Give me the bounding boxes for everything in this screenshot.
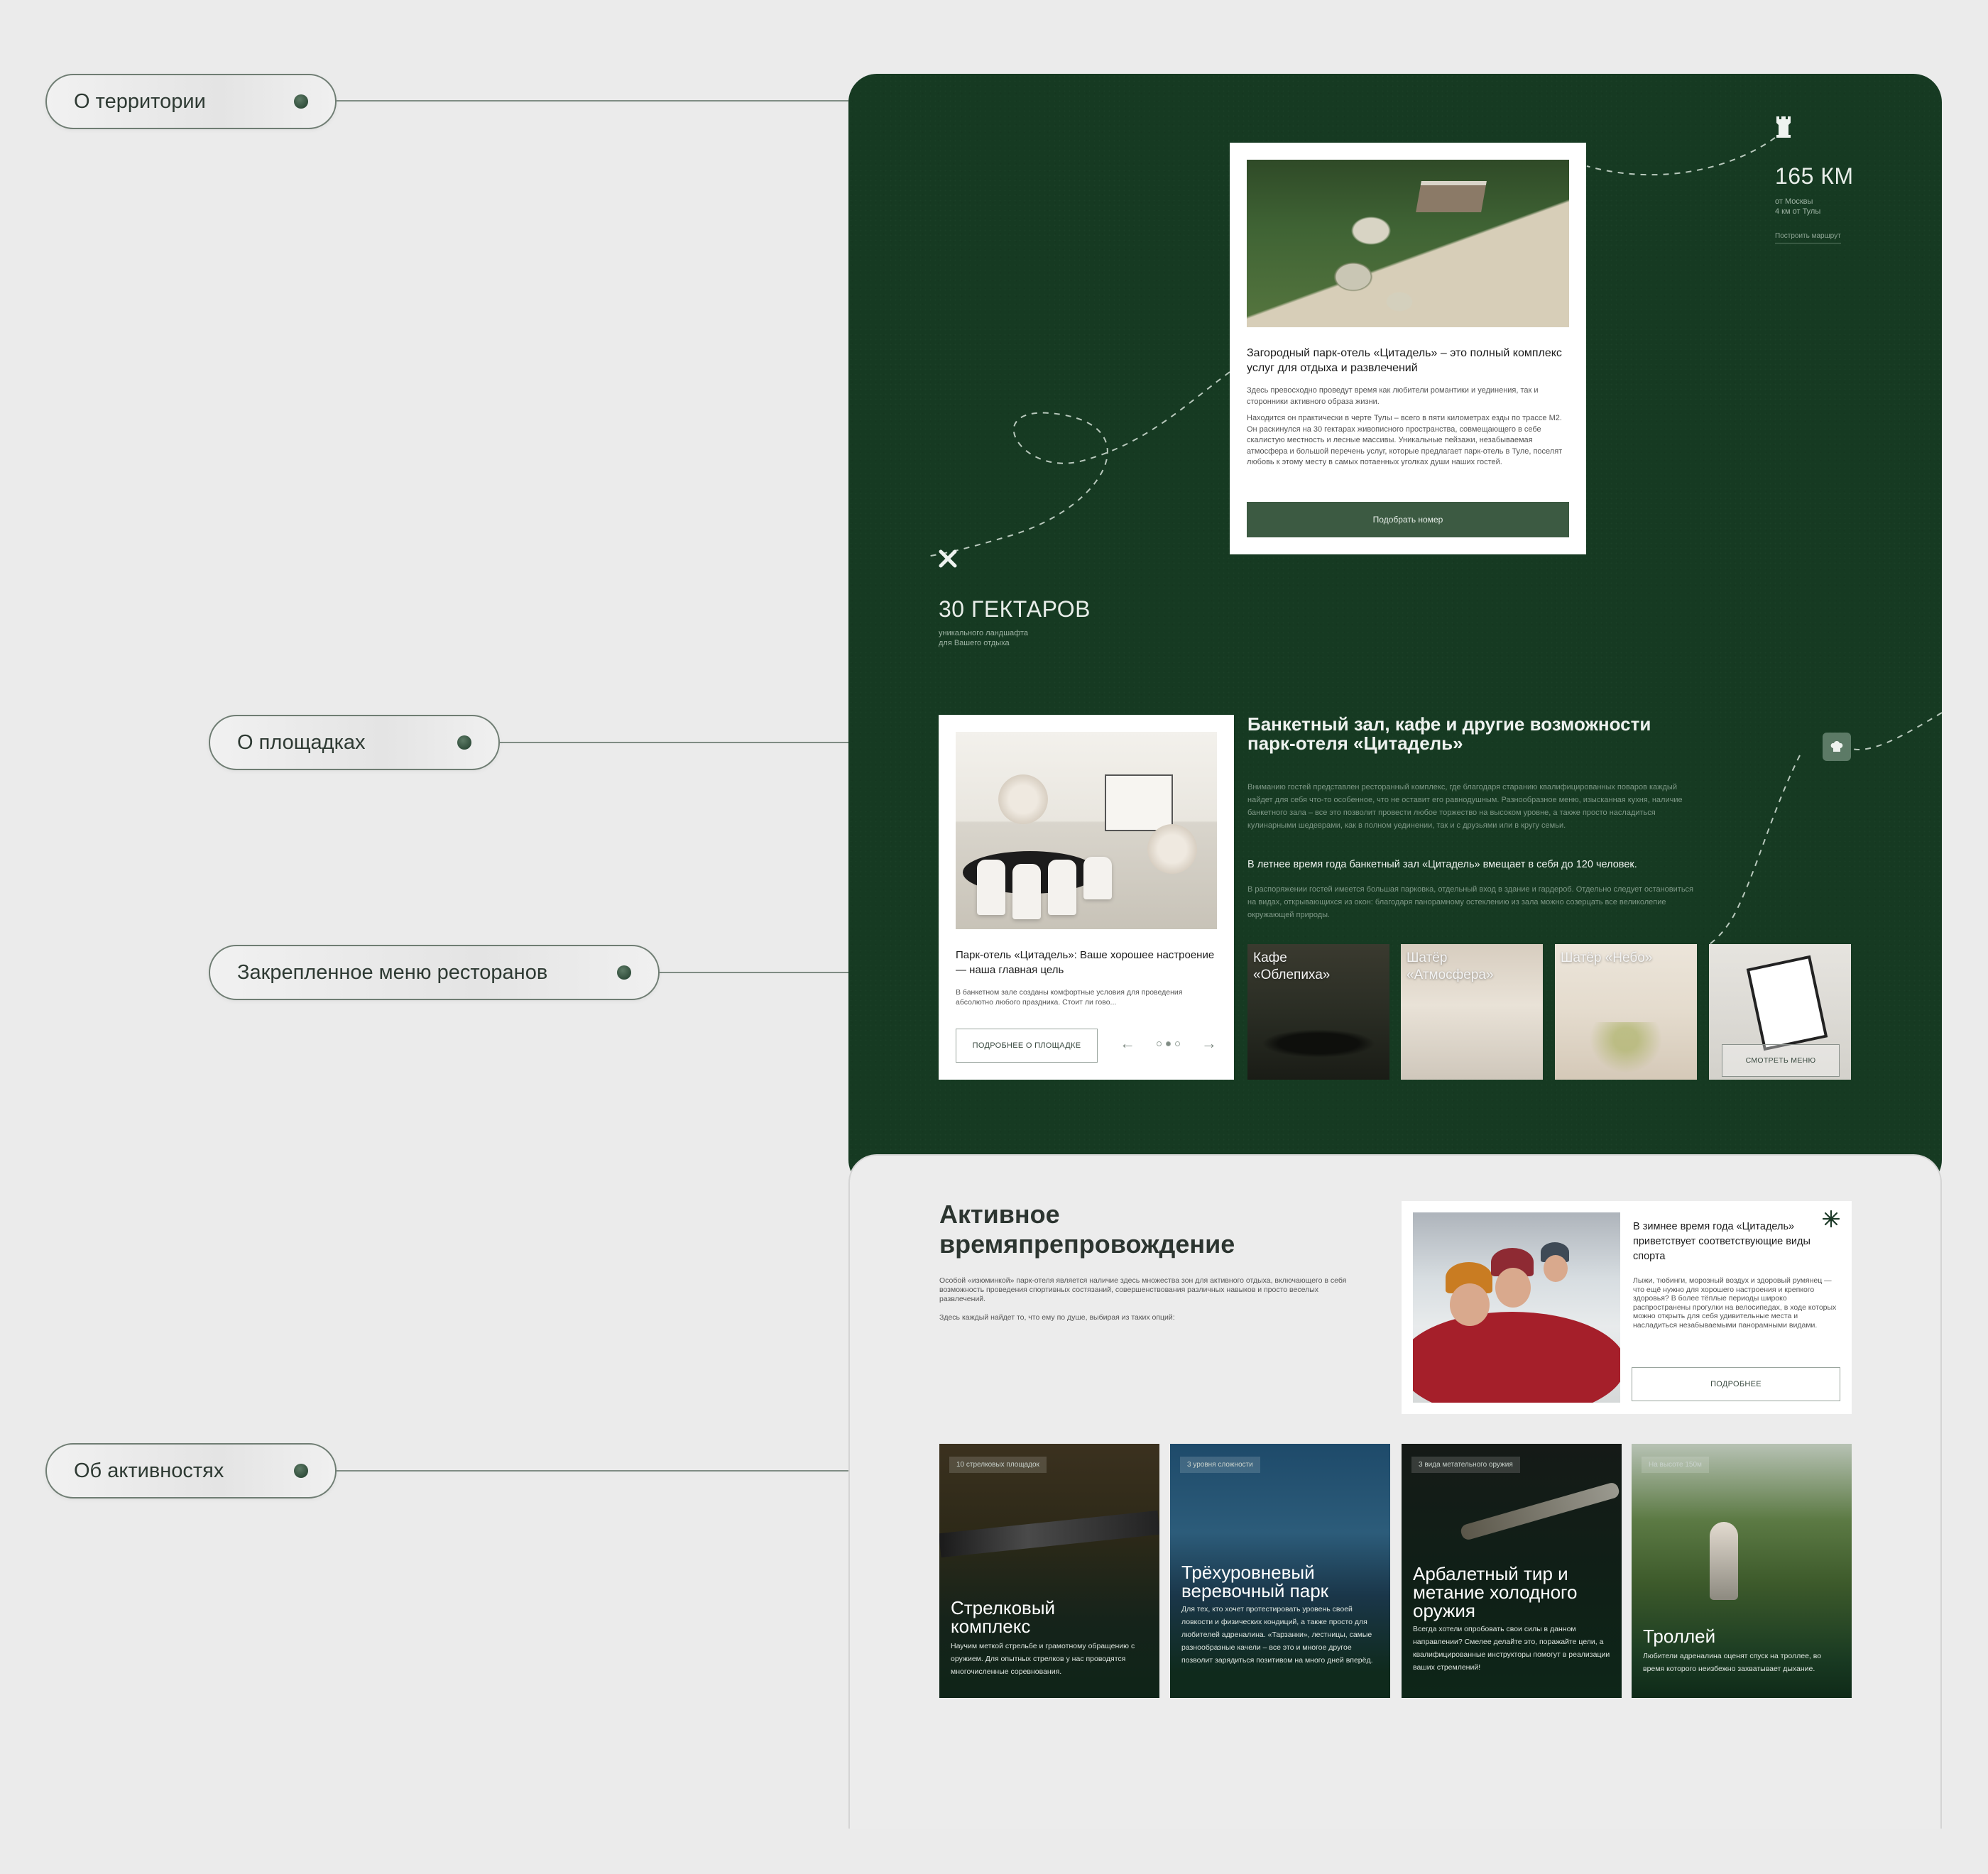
- connector-venues: [500, 742, 848, 743]
- activity-tag: 10 стрелковых площадок: [949, 1457, 1047, 1473]
- snow-tubing-photo: [1413, 1212, 1620, 1403]
- aerial-hotel-photo: [1247, 160, 1569, 327]
- venue-title: Парк-отель «Цитадель»: Ваше хорошее наст…: [956, 949, 1215, 976]
- activity-text: Любители адреналина оценят спуск на трол…: [1643, 1652, 1822, 1673]
- area-line-1: уникального ландшафта: [939, 629, 1028, 637]
- activity-tag: На высоте 150м: [1642, 1457, 1709, 1473]
- activity-title: Арбалетный тир и метание холодного оружи…: [1413, 1563, 1578, 1621]
- active-paragraph-1: Особой «изюминкой» парк-отеля является н…: [939, 1276, 1347, 1303]
- view-menu-button[interactable]: СМОТРЕТЬ МЕНЮ: [1722, 1044, 1840, 1077]
- connector-territory: [337, 100, 848, 102]
- carousel-dot[interactable]: [1175, 1041, 1180, 1046]
- distance-line-2: 4 км от Тулы: [1775, 207, 1821, 216]
- winter-details-button[interactable]: ПОДРОБНЕЕ: [1632, 1367, 1840, 1401]
- winter-title: В зимнее время года «Цитадель» приветств…: [1633, 1221, 1810, 1262]
- activity-title: Трёхуровневый веревочный парк: [1181, 1562, 1329, 1601]
- banquet-title: Банкетный зал, кафе и другие возможности…: [1247, 713, 1651, 754]
- area-line-2: для Вашего отдыха: [939, 639, 1010, 647]
- intro-paragraph-1: Здесь превосходно проведут время как люб…: [1247, 386, 1539, 406]
- banquet-hall-photo: [956, 732, 1217, 929]
- tile-tent-atmosfera[interactable]: Шатёр «Атмосфера»: [1401, 944, 1543, 1080]
- bullet-icon: [617, 965, 631, 980]
- distance-value: 165 КМ: [1775, 163, 1854, 189]
- winter-card: В зимнее время года «Цитадель» приветств…: [1402, 1201, 1852, 1414]
- annotation-territory: О территории: [45, 74, 337, 129]
- venue-text: В банкетном зале созданы комфортные усло…: [956, 988, 1183, 1007]
- connector-menu: [660, 972, 848, 973]
- chef-hat-icon: [1823, 733, 1851, 761]
- cross-icon: [939, 549, 957, 568]
- activity-title: Троллей: [1643, 1626, 1716, 1647]
- annotation-territory-label: О территории: [74, 89, 206, 113]
- annotation-menu: Закрепленное меню ресторанов: [209, 945, 660, 1000]
- tile-label: Шатёр «Атмосфера»: [1407, 950, 1494, 982]
- active-paragraph-2: Здесь каждый найдет то, что ему по душе,…: [939, 1313, 1175, 1322]
- choose-room-button[interactable]: Подобрать номер: [1247, 502, 1569, 537]
- activity-zipline[interactable]: На высоте 150м Троллей Любители адренали…: [1632, 1444, 1852, 1698]
- annotation-venues-label: О площадках: [237, 730, 366, 754]
- menu-booklet-image: [1746, 955, 1828, 1051]
- distance-stat: 165 КМ от Москвы 4 км от Тулы Построить м…: [1775, 163, 1854, 243]
- tile-restaurant-menu: СМОТРЕТЬ МЕНЮ: [1709, 944, 1851, 1080]
- activity-shooting[interactable]: 10 стрелковых площадок Стрелковый компле…: [939, 1444, 1159, 1698]
- activity-crossbow[interactable]: 3 вида метательного оружия Арбалетный ти…: [1402, 1444, 1622, 1698]
- intro-card: Загородный парк-отель «Цитадель» – это п…: [1230, 143, 1586, 554]
- arrow-left-icon[interactable]: ←: [1120, 1034, 1135, 1053]
- arrow-right-icon[interactable]: →: [1201, 1034, 1217, 1053]
- activity-title: Стрелковый комплекс: [951, 1597, 1056, 1637]
- annotation-activities-label: Об активностях: [74, 1459, 224, 1482]
- annotation-activities: Об активностях: [45, 1443, 337, 1498]
- bullet-icon: [294, 1464, 308, 1478]
- carousel-dot[interactable]: [1157, 1041, 1162, 1046]
- tower-icon: [1776, 116, 1791, 138]
- territory-section: 165 КМ от Москвы 4 км от Тулы Построить м…: [848, 74, 1942, 1188]
- banquet-paragraph-1: Вниманию гостей представлен ресторанный …: [1247, 783, 1683, 830]
- banquet-paragraph-2: В распоряжении гостей имеется большая па…: [1247, 885, 1694, 919]
- tile-label: Шатёр «Небо»: [1561, 950, 1653, 965]
- activity-text: Всегда хотели опробовать свои силы в дан…: [1413, 1625, 1610, 1672]
- venue-details-button[interactable]: ПОДРОБНЕЕ О ПЛОЩАДКЕ: [956, 1029, 1098, 1063]
- annotation-venues: О площадках: [209, 715, 500, 770]
- bullet-icon: [457, 735, 471, 750]
- active-title: Активное времяпрепровождение: [939, 1200, 1235, 1259]
- activity-text: Для тех, кто хочет протестировать уровен…: [1181, 1605, 1373, 1665]
- tile-cafe-oblepikha[interactable]: Кафе «Облепиха»: [1247, 944, 1389, 1080]
- activity-tag: 3 вида метательного оружия: [1411, 1457, 1520, 1473]
- build-route-link[interactable]: Построить маршрут: [1775, 232, 1841, 243]
- connector-activities: [337, 1470, 848, 1472]
- activity-text: Научим меткой стрельбе и грамотному обра…: [951, 1642, 1135, 1676]
- winter-text: Лыжи, тюбинги, морозный воздух и здоровы…: [1633, 1276, 1837, 1330]
- activity-tag: 3 уровня сложности: [1180, 1457, 1260, 1473]
- distance-line-1: от Москвы: [1775, 197, 1813, 206]
- intro-paragraph-2: Находится он практически в черте Тулы – …: [1247, 414, 1563, 466]
- banquet-capacity: В летнее время года банкетный зал «Цитад…: [1247, 859, 1637, 870]
- activities-section: Активное времяпрепровождение Особой «изю…: [848, 1154, 1942, 1829]
- activity-rope-park[interactable]: 3 уровня сложности Трёхуровневый веревоч…: [1170, 1444, 1390, 1698]
- area-value: 30 ГЕКТАРОВ: [939, 596, 1091, 622]
- tile-label: Кафе «Облепиха»: [1253, 950, 1331, 982]
- carousel-dots: [1157, 1041, 1180, 1046]
- area-stat: 30 ГЕКТАРОВ уникального ландшафта для Ваш…: [939, 596, 1091, 648]
- annotation-menu-label: Закрепленное меню ресторанов: [237, 960, 548, 984]
- venue-card: Парк-отель «Цитадель»: Ваше хорошее наст…: [939, 715, 1234, 1080]
- bullet-icon: [294, 94, 308, 109]
- intro-title: Загородный парк-отель «Цитадель» – это п…: [1247, 347, 1562, 374]
- carousel-dot-active[interactable]: [1166, 1041, 1171, 1046]
- tile-tent-nebo[interactable]: Шатёр «Небо»: [1555, 944, 1697, 1080]
- venue-carousel-nav: ← →: [1120, 1034, 1217, 1053]
